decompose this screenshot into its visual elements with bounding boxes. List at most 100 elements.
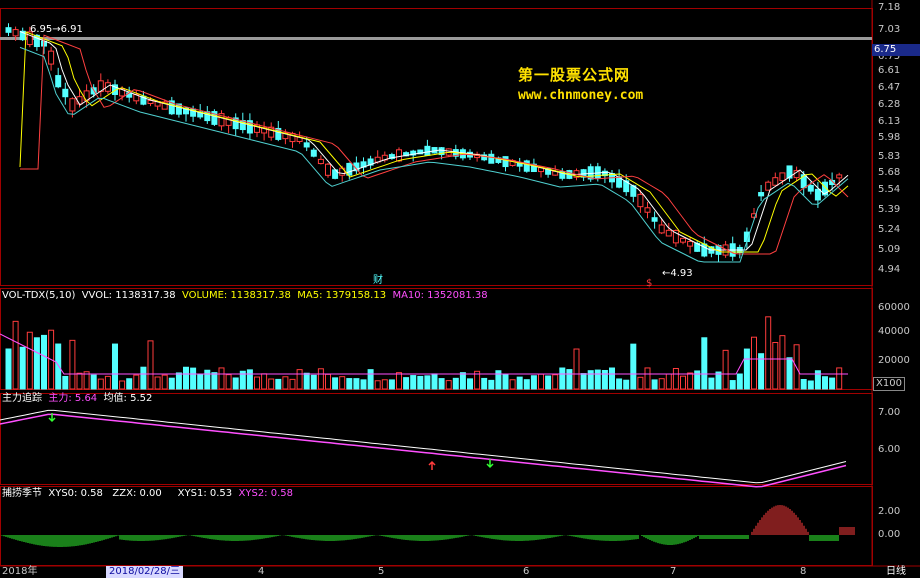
volume-bar	[317, 368, 324, 390]
volume-bar	[268, 378, 275, 390]
candle-body	[651, 217, 658, 222]
candle-body	[310, 149, 317, 157]
volume-bar	[154, 376, 161, 390]
candle-body	[807, 184, 814, 192]
volume-bar	[495, 370, 502, 390]
timeframe-label[interactable]: 日线	[886, 566, 906, 578]
volume-bar	[90, 374, 97, 390]
zhuli-indicator-name[interactable]: 主力追踪	[2, 393, 42, 404]
ma5-value: MA5: 1379158.13	[297, 290, 387, 301]
volume-bars	[0, 316, 848, 390]
price-tick: 6.13	[878, 116, 901, 127]
volume-bar	[665, 373, 672, 390]
xys0-value: XYS0: 0.58	[48, 488, 103, 499]
volume-bar	[33, 337, 40, 390]
ma10-value: MA10: 1352081.38	[392, 290, 488, 301]
volume-bar	[97, 378, 104, 390]
volume-bar	[836, 367, 843, 390]
watermark-title: 第一股票公式网	[518, 66, 631, 84]
volume-bar	[530, 375, 537, 390]
volume-bar	[431, 373, 438, 390]
candle-body	[317, 158, 324, 165]
candle-body	[55, 75, 62, 88]
volume-bar	[69, 339, 76, 390]
volume-bar	[637, 376, 644, 390]
panel-border-0	[0, 8, 873, 286]
candle-body	[758, 192, 765, 197]
watermark-url: www.chnmoney.com	[518, 88, 644, 103]
volume-bar	[644, 367, 651, 390]
volume-bar	[282, 376, 289, 390]
volume-bar	[807, 380, 814, 390]
candle-body	[644, 207, 651, 213]
price-tick: 4.94	[878, 264, 901, 275]
volume-bar	[587, 370, 594, 390]
candle-body	[303, 142, 310, 148]
candle-body	[424, 145, 431, 156]
volume-bar	[175, 372, 182, 390]
buzhuo-tick: 0.00	[878, 529, 901, 540]
volume-bar	[41, 334, 47, 390]
volume-bar	[353, 378, 360, 390]
volume-bar	[197, 373, 204, 390]
candle-body	[48, 50, 55, 65]
candle-body	[69, 98, 76, 112]
volume-bar	[254, 376, 260, 390]
volume-bar	[566, 369, 573, 390]
volume-unit[interactable]: X100	[873, 377, 905, 391]
volume-bar	[261, 373, 268, 390]
volume-bar	[381, 379, 388, 390]
volume-bar	[701, 337, 708, 390]
candle-body	[658, 224, 665, 234]
volume-bar	[417, 375, 424, 390]
volume-bar	[424, 375, 431, 390]
volume-value: VOLUME: 1138317.38	[182, 290, 291, 301]
volume-bar	[140, 366, 147, 390]
candle-body	[325, 163, 331, 176]
volume-bar	[538, 373, 544, 390]
junzhi-value: 均值: 5.52	[103, 393, 153, 404]
volume-bar	[800, 379, 807, 390]
volume-bar	[559, 367, 566, 390]
volume-bar	[410, 375, 417, 390]
volume-bar	[523, 379, 530, 390]
volume-bar	[211, 372, 218, 390]
volume-bar	[332, 377, 339, 390]
price-tick: 5.39	[878, 204, 901, 215]
x-axis-month: 8	[800, 566, 807, 577]
volume-bar	[594, 369, 601, 390]
volume-bar	[772, 341, 779, 390]
cai-marker[interactable]: 财	[373, 275, 383, 287]
volume-bar	[374, 380, 381, 390]
volume-bar	[616, 378, 623, 390]
volume-bar	[715, 371, 722, 390]
price-tick: 5.68	[878, 167, 901, 178]
zhuli-tick: 7.00	[878, 407, 901, 418]
vvol-value: VVOL: 1138317.38	[81, 290, 176, 301]
volume-bar	[488, 379, 495, 390]
volume-header: VOL-TDX(5,10) VVOL: 1138317.38 VOLUME: 1…	[2, 290, 488, 302]
panel-border-2	[0, 393, 873, 485]
volume-bar	[296, 369, 303, 390]
volume-bar	[403, 377, 410, 390]
volume-indicator-name[interactable]: VOL-TDX(5,10)	[2, 290, 75, 301]
volume-bar	[687, 372, 694, 390]
ma-line-white	[19, 31, 849, 251]
volume-bar	[168, 377, 175, 390]
volume-bar	[573, 348, 580, 390]
candle-body	[665, 229, 672, 237]
xys1-value: XYS1: 0.53	[177, 488, 233, 499]
candle-body	[62, 88, 69, 98]
buzhuo-indicator-name[interactable]: 捕捞季节	[2, 488, 42, 499]
candle-body	[12, 29, 19, 37]
volume-bar	[246, 369, 253, 390]
volume-bar	[481, 377, 488, 390]
volume-bar	[509, 379, 516, 390]
volume-bar	[204, 369, 211, 390]
volume-bar	[183, 366, 189, 390]
volume-bar	[445, 380, 452, 390]
x-axis-year: 2018年	[2, 566, 38, 577]
volume-bar	[516, 376, 523, 390]
x-axis-month: 5	[378, 566, 385, 577]
candle-body	[523, 160, 530, 172]
